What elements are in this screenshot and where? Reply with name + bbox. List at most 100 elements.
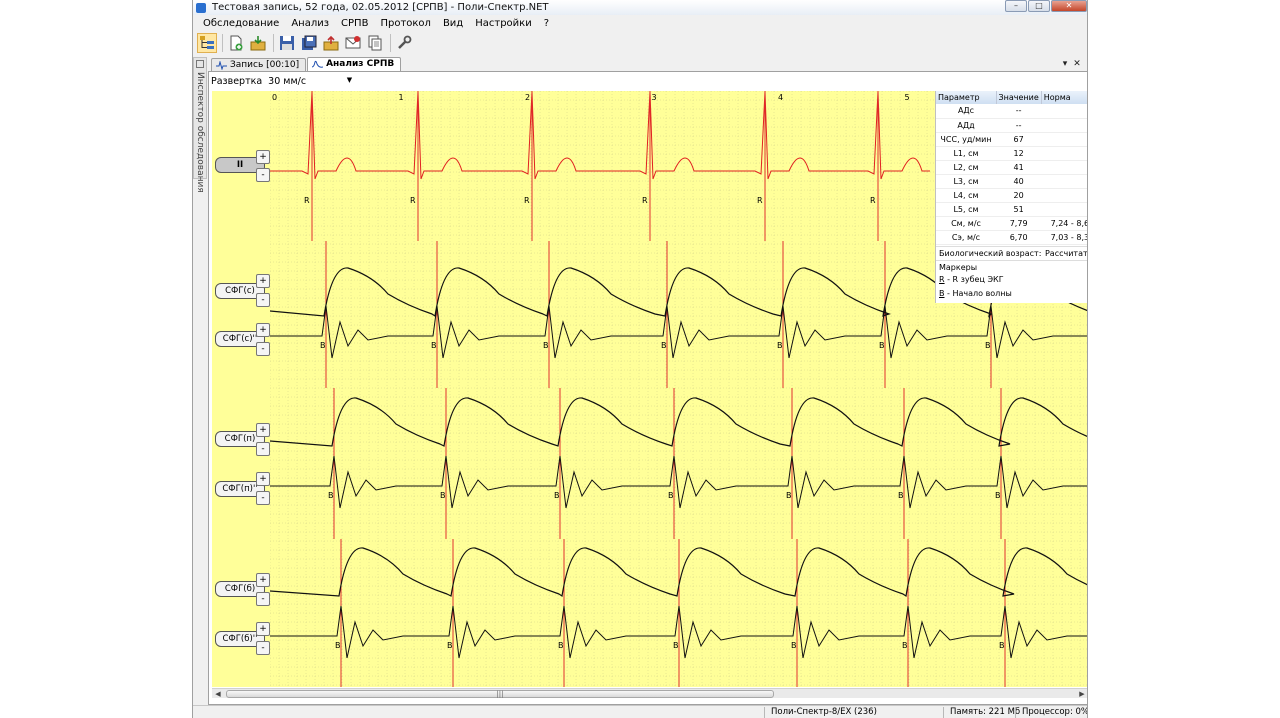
marker-legend-b: B - Начало волны	[936, 287, 1087, 301]
channel-gain-down-button[interactable]: -	[256, 342, 270, 356]
horizontal-scrollbar[interactable]: ◀ ||| ▶	[212, 688, 1087, 699]
export-button[interactable]	[321, 33, 341, 53]
save-as-button[interactable]	[299, 33, 319, 53]
column-header[interactable]: Норма	[1041, 91, 1087, 104]
status-memory: Память: 221 Мб	[943, 707, 1020, 718]
channel-gain-up-button[interactable]: +	[256, 472, 270, 486]
sweep-value: 30 мм/с	[268, 75, 307, 87]
app-window: Тестовая запись, 52 года, 02.05.2012 [СР…	[192, 0, 1088, 718]
r-marker-label: R	[870, 196, 876, 205]
settings-button[interactable]	[394, 33, 414, 53]
mail-icon	[345, 35, 361, 48]
b-marker-label: B	[777, 341, 783, 350]
sweep-label: Развертка	[211, 75, 263, 87]
time-tick-label: 1	[399, 93, 404, 102]
title-bar: Тестовая запись, 52 года, 02.05.2012 [СР…	[193, 0, 1087, 15]
maximize-button[interactable]: □	[1028, 0, 1050, 12]
param-name: L4, см	[936, 188, 996, 203]
calculate-bio-age-button[interactable]: Рассчитать...	[1045, 249, 1087, 258]
menu-settings[interactable]: Настройки	[475, 18, 531, 29]
channel-gain-up-button[interactable]: +	[256, 323, 270, 337]
menu-examination[interactable]: Обследование	[203, 18, 279, 29]
b-marker-label: B	[440, 491, 446, 500]
marker-legend-r: R - R зубец ЭКГ	[936, 273, 1087, 287]
channel-gain-up-button[interactable]: +	[256, 573, 270, 587]
settings-icon	[398, 35, 412, 49]
status-bar: Поли-Спектр-8/ЕХ (236) Память: 221 Мб Пр…	[193, 705, 1087, 718]
import-button[interactable]	[248, 33, 268, 53]
tree-button[interactable]	[197, 32, 217, 53]
app-icon	[196, 2, 206, 13]
new-button[interactable]	[226, 33, 246, 53]
menu-analysis[interactable]: Анализ	[291, 18, 329, 29]
chevron-down-icon: ▼	[346, 75, 353, 84]
channel-gain-up-button[interactable]: +	[256, 622, 270, 636]
channel-gain-down-button[interactable]: -	[256, 293, 270, 307]
tab-recording[interactable]: Запись [00:10]	[211, 58, 307, 71]
copy-button[interactable]	[365, 33, 385, 53]
analysis-content: Развертка 30 мм/с ▼ II + - СФГ(с) + - СФ…	[208, 71, 1087, 705]
param-value: 40	[996, 174, 1042, 189]
table-row: АДд --	[936, 118, 1087, 133]
param-norm	[1041, 188, 1087, 203]
column-header[interactable]: Значение	[996, 91, 1042, 104]
param-value: 67	[996, 132, 1042, 147]
toolbar-separator	[273, 33, 274, 52]
menu-protocol[interactable]: Протокол	[380, 18, 430, 29]
tab-srpv-label: Анализ СРПВ	[326, 59, 395, 69]
channel-gain-up-button[interactable]: +	[256, 274, 270, 288]
channel-gain-up-button[interactable]: +	[256, 150, 270, 164]
b-marker-label: B	[554, 491, 560, 500]
param-value: 6,70	[996, 230, 1042, 245]
inspector-panel-tab[interactable]: Инспектор обследования	[193, 57, 207, 193]
param-name: АДс	[936, 104, 996, 119]
channel-gain-up-button[interactable]: +	[256, 423, 270, 437]
tab-recording-label: Запись [00:10]	[230, 60, 300, 70]
window-controls: – □ ✕	[1004, 0, 1087, 13]
b-marker-label: B	[431, 341, 437, 350]
scroll-right-icon[interactable]: ▶	[1076, 689, 1087, 699]
inspector-label: Инспектор обследования	[195, 72, 205, 193]
r-marker-label: R	[642, 196, 648, 205]
tab-menu-button[interactable]: ▾	[1059, 58, 1071, 70]
window-title: Тестовая запись, 52 года, 02.05.2012 [СР…	[212, 2, 549, 13]
tree-icon	[200, 35, 214, 49]
tab-close-button[interactable]: ✕	[1071, 58, 1083, 70]
b-marker-label: B	[335, 641, 341, 650]
time-tick-label: 5	[905, 93, 910, 102]
close-button[interactable]: ✕	[1051, 0, 1087, 12]
menu-bar: Обследование Анализ СРПВ Протокол Вид На…	[193, 16, 1087, 31]
tab-srpv-analysis[interactable]: Анализ СРПВ	[307, 57, 402, 71]
tab-controls: ▾ ✕	[1059, 58, 1083, 70]
save-button[interactable]	[277, 33, 297, 53]
param-value: 20	[996, 188, 1042, 203]
param-value: 51	[996, 202, 1042, 217]
menu-help[interactable]: ?	[544, 18, 549, 29]
sweep-control: Развертка 30 мм/с ▼	[211, 74, 352, 88]
r-marker-label: R	[304, 196, 310, 205]
sweep-select[interactable]: 30 мм/с ▼	[268, 76, 352, 87]
channel-gain-down-button[interactable]: -	[256, 641, 270, 655]
scroll-thumb[interactable]: |||	[226, 690, 774, 698]
ecg-trace	[270, 91, 930, 180]
parameter-table-header: Параметр Значение Норма	[936, 91, 1087, 104]
param-norm	[1041, 202, 1087, 217]
channel-gain-down-button[interactable]: -	[256, 491, 270, 505]
channel-gain-down-button[interactable]: -	[256, 592, 270, 606]
table-row: L2, см 41	[936, 160, 1087, 175]
channel-list: II + - СФГ(с) + - СФГ(с)'' + - СФГ(п) + …	[212, 91, 270, 687]
column-header[interactable]: Параметр	[936, 91, 997, 104]
channel-gain-down-button[interactable]: -	[256, 168, 270, 182]
scroll-left-icon[interactable]: ◀	[212, 689, 224, 699]
pin-icon[interactable]	[196, 60, 204, 68]
biological-age-row: Биологический возраст: Рассчитать...	[936, 245, 1087, 261]
minimize-button[interactable]: –	[1005, 0, 1027, 12]
menu-srpv[interactable]: СРПВ	[341, 18, 368, 29]
param-name: Cэ, м/с	[936, 230, 996, 245]
param-name: Cм, м/с	[936, 216, 996, 231]
mail-button[interactable]	[343, 33, 363, 53]
b-marker-label: B	[902, 641, 908, 650]
menu-view[interactable]: Вид	[443, 18, 463, 29]
channel-gain-down-button[interactable]: -	[256, 442, 270, 456]
b-marker-label: B	[543, 341, 549, 350]
